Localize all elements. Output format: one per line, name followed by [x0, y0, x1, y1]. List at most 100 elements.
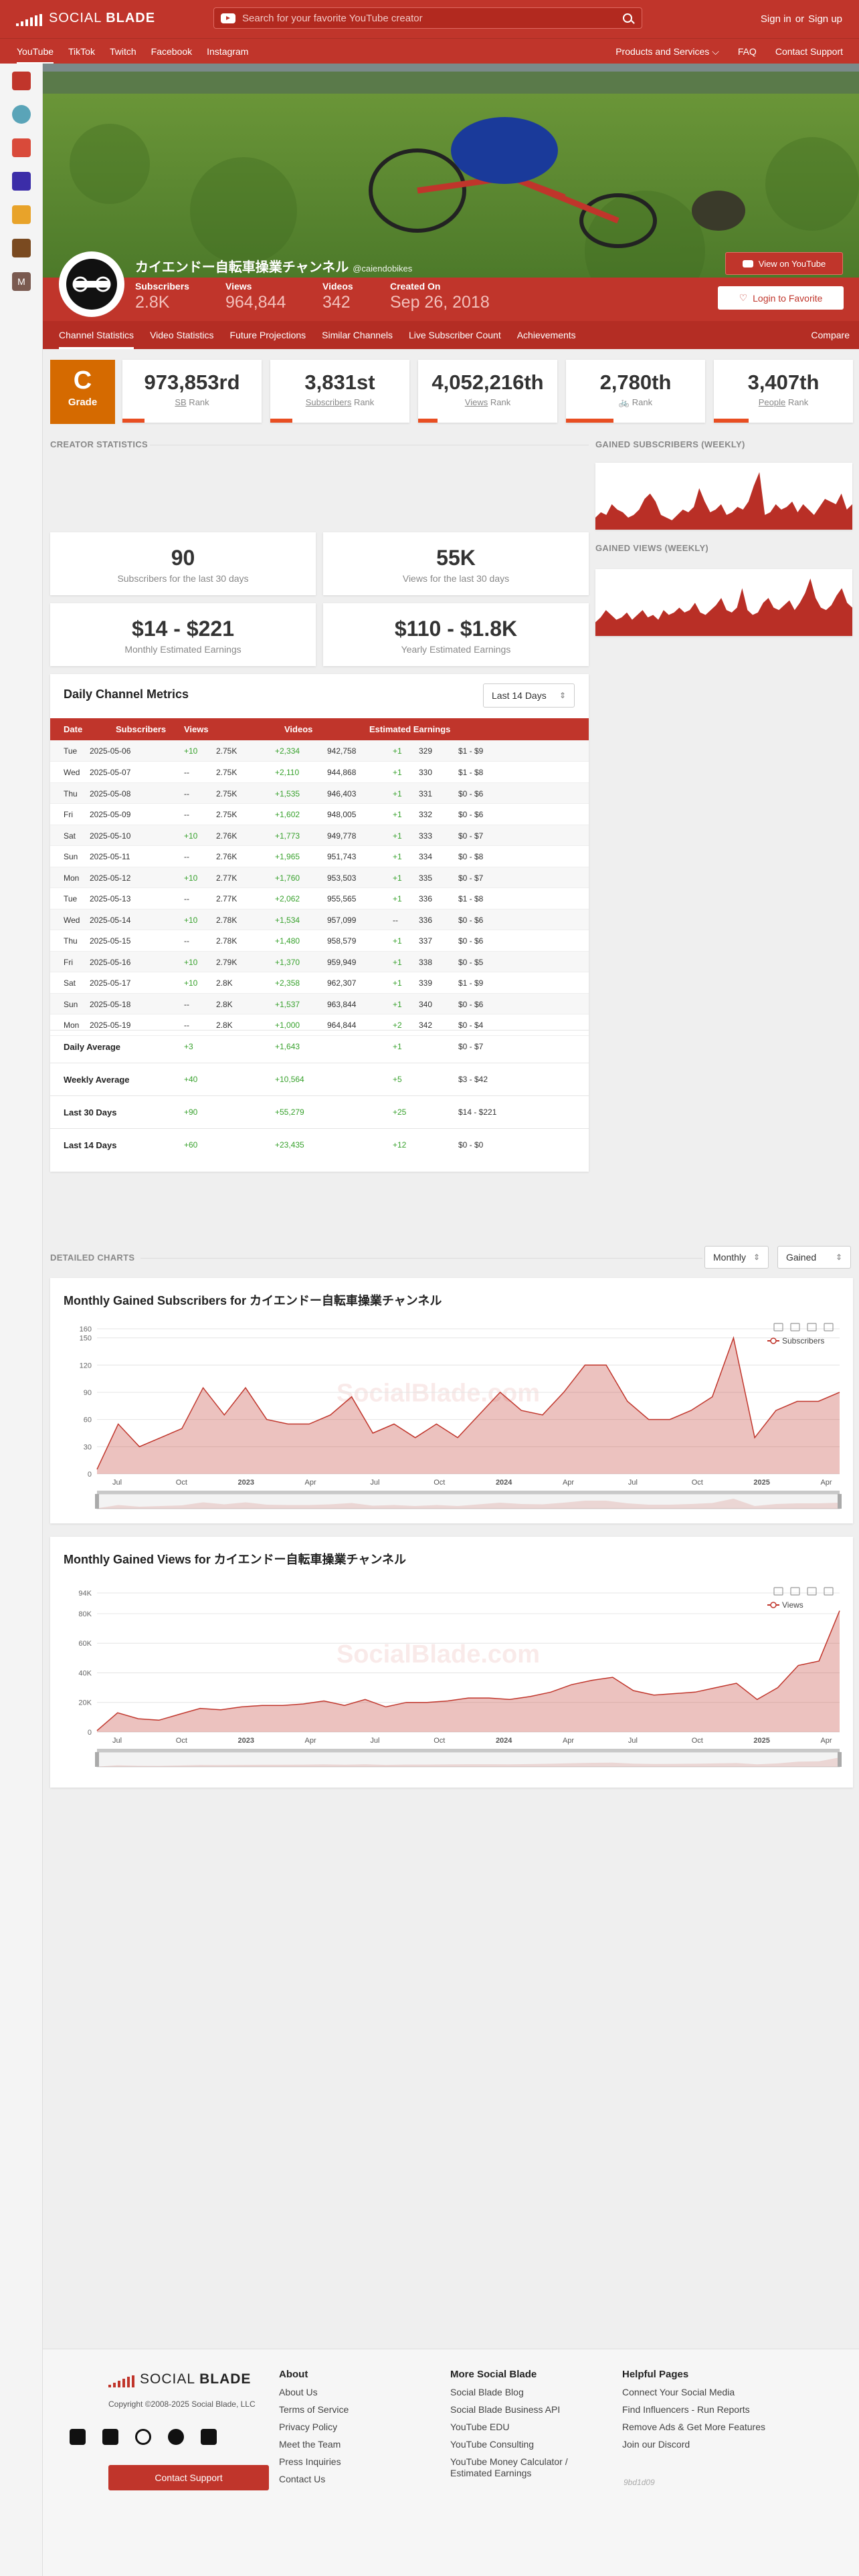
- subtab-future-projections[interactable]: Future Projections: [222, 321, 314, 349]
- x-tick-label: Oct: [692, 1479, 703, 1487]
- contact-support-link[interactable]: Contact Support: [775, 46, 843, 57]
- x-icon[interactable]: [102, 2429, 118, 2445]
- legend-label[interactable]: Subscribers: [782, 1336, 824, 1346]
- table-cell: $0 - $8: [458, 852, 484, 861]
- footer-logo-light: SOCIAL: [140, 2371, 195, 2387]
- rank-label-link[interactable]: Views: [465, 397, 488, 407]
- chart-mode-select[interactable]: Gained: [777, 1246, 851, 1269]
- login-favorite-button[interactable]: ♡ Login to Favorite: [718, 286, 844, 310]
- table-cell: +10: [184, 915, 198, 925]
- sidebar-channel-avatar-3[interactable]: [12, 172, 31, 191]
- facebook-icon[interactable]: [168, 2429, 184, 2445]
- search-icon[interactable]: [623, 13, 632, 23]
- footer-link[interactable]: Meet the Team: [279, 2439, 440, 2450]
- search-input[interactable]: [235, 12, 623, 24]
- summary-row-value: +55,279: [275, 1107, 304, 1117]
- footer-link[interactable]: Contact Us: [279, 2474, 440, 2485]
- x-tick-label: Apr: [563, 1737, 574, 1745]
- x-tick-label: Apr: [820, 1737, 832, 1745]
- subtab-similar-channels[interactable]: Similar Channels: [314, 321, 401, 349]
- stat-value: 964,844: [225, 293, 286, 312]
- zoom-handle-left[interactable]: [95, 1752, 99, 1767]
- view-on-youtube-button[interactable]: View on YouTube: [725, 252, 843, 275]
- instagram-icon[interactable]: [135, 2429, 151, 2445]
- footer-link[interactable]: Join our Discord: [622, 2439, 783, 2450]
- footer-link[interactable]: YouTube Money Calculator / Estimated Ear…: [450, 2456, 611, 2479]
- footer-link[interactable]: Find Influencers - Run Reports: [622, 2404, 783, 2416]
- bar-toggle-icon[interactable]: [824, 1323, 834, 1331]
- bar-toggle-icon[interactable]: [824, 1587, 834, 1596]
- zoom-handle-left[interactable]: [95, 1494, 99, 1509]
- youtube-icon[interactable]: [70, 2429, 86, 2445]
- table-cell: 2.75K: [216, 768, 237, 777]
- table-cell: $0 - $6: [458, 810, 484, 819]
- subtab-channel-statistics[interactable]: Channel Statistics: [51, 321, 142, 349]
- signup-link[interactable]: Sign up: [808, 13, 842, 25]
- table-cell: Sat: [64, 978, 76, 988]
- products-services-menu[interactable]: Products and Services ⌵: [615, 46, 719, 58]
- platform-tab-twitch[interactable]: Twitch: [110, 39, 136, 64]
- social-blade-logo[interactable]: SOCIAL BLADE: [16, 11, 155, 26]
- footer-link[interactable]: Connect Your Social Media: [622, 2387, 783, 2398]
- footer-link[interactable]: Social Blade Blog: [450, 2387, 611, 2398]
- zoom-slider-bar: [97, 1491, 840, 1494]
- line-toggle-icon[interactable]: [807, 1587, 817, 1596]
- table-cell: +2,334: [275, 746, 300, 756]
- zoom-reset-icon[interactable]: [790, 1587, 800, 1596]
- zoom-icon[interactable]: [773, 1587, 783, 1596]
- sidebar-youtube-icon[interactable]: [12, 72, 31, 90]
- rank-card: 3,831st Subscribers Rank: [270, 360, 409, 423]
- sidebar-channel-avatar-m[interactable]: M: [12, 272, 31, 291]
- rank-label-link[interactable]: Subscribers: [306, 397, 352, 407]
- table-cell: 951,743: [327, 852, 357, 861]
- legend-label[interactable]: Views: [782, 1600, 803, 1610]
- daily-range-select[interactable]: Last 14 Days: [483, 683, 575, 708]
- footer-link[interactable]: YouTube EDU: [450, 2422, 611, 2433]
- auth-or: or: [795, 13, 805, 25]
- sidebar-channel-avatar-4[interactable]: [12, 205, 31, 224]
- subtab-achievements[interactable]: Achievements: [509, 321, 584, 349]
- line-toggle-icon[interactable]: [807, 1323, 817, 1331]
- zoom-reset-icon[interactable]: [790, 1323, 800, 1331]
- sidebar-channel-avatar-2[interactable]: [12, 138, 31, 157]
- y-tick-label: 30: [84, 1443, 92, 1451]
- twitch-icon[interactable]: [201, 2429, 217, 2445]
- footer-link[interactable]: Privacy Policy: [279, 2422, 440, 2433]
- chart-period-select[interactable]: Monthly: [704, 1246, 769, 1269]
- subtab-live-subscriber-count[interactable]: Live Subscriber Count: [401, 321, 509, 349]
- footer-link[interactable]: About Us: [279, 2387, 440, 2398]
- subtab-video-statistics[interactable]: Video Statistics: [142, 321, 221, 349]
- footer-link[interactable]: Terms of Service: [279, 2404, 440, 2416]
- sidebar-channel-avatar-5[interactable]: [12, 239, 31, 257]
- monthly-subs-chart-svg[interactable]: SocialBlade.com1601501209060300Jul Oct 202…: [50, 1278, 853, 1523]
- platform-tab-tiktok[interactable]: TikTok: [68, 39, 95, 64]
- sidebar-channel-avatar-1[interactable]: [12, 105, 31, 124]
- compare-link[interactable]: Compare: [811, 321, 850, 349]
- table-cell: $0 - $4: [458, 1021, 484, 1030]
- rank-progress-bar: [270, 419, 293, 423]
- faq-link[interactable]: FAQ: [738, 46, 757, 57]
- footer-link[interactable]: YouTube Consulting: [450, 2439, 611, 2450]
- rank-label-link[interactable]: SB: [175, 397, 186, 407]
- footer-link[interactable]: Remove Ads & Get More Features: [622, 2422, 783, 2433]
- summary-views-30d: 55K Views for the last 30 days: [323, 532, 589, 595]
- table-cell: Sun: [64, 999, 78, 1009]
- rank-label-link[interactable]: People: [759, 397, 785, 407]
- platform-tab-youtube[interactable]: YouTube: [17, 39, 54, 64]
- footer-contact-support-button[interactable]: Contact Support: [108, 2465, 269, 2490]
- platform-tab-instagram[interactable]: Instagram: [207, 39, 248, 64]
- table-cell: --: [184, 999, 189, 1009]
- table-cell: Thu: [64, 788, 78, 798]
- build-signature: 9bd1d09: [624, 2478, 655, 2487]
- table-cell: 2.78K: [216, 936, 237, 946]
- monthly-views-chart-svg[interactable]: SocialBlade.com 94K 80K 60K 40K 20K 0 Jul Oct 202…: [50, 1537, 853, 1788]
- footer-link[interactable]: Social Blade Business API: [450, 2404, 611, 2416]
- zoom-handle-right[interactable]: [838, 1494, 842, 1509]
- platform-tab-facebook[interactable]: Facebook: [151, 39, 192, 64]
- footer-link[interactable]: Press Inquiries: [279, 2456, 440, 2468]
- footer-logo[interactable]: SOCIAL BLADE: [108, 2371, 251, 2387]
- zoom-handle-right[interactable]: [838, 1752, 842, 1767]
- zoom-icon[interactable]: [773, 1323, 783, 1331]
- table-cell: 2025-05-18: [90, 999, 131, 1009]
- signin-link[interactable]: Sign in: [761, 13, 791, 25]
